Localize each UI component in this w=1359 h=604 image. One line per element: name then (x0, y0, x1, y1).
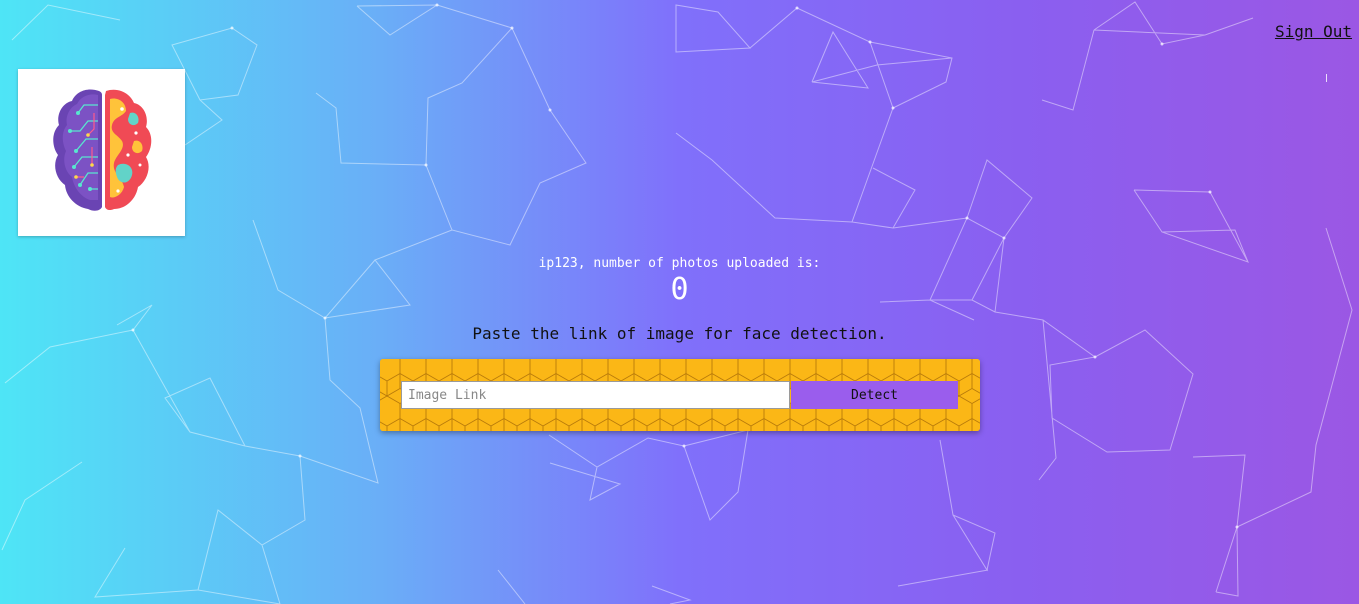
instruction-text: Paste the link of image for face detecti… (472, 324, 887, 343)
photo-count-message: ip123, number of photos uploaded is: (538, 256, 821, 271)
sign-out-link[interactable]: Sign Out (1275, 22, 1352, 41)
logo[interactable] (18, 69, 185, 236)
brain-icon (53, 89, 152, 211)
image-link-form: Detect (380, 359, 980, 431)
image-link-input[interactable] (401, 381, 790, 409)
photo-count-value: 0 (670, 272, 689, 307)
detect-button[interactable]: Detect (791, 381, 958, 409)
top-nav: Sign Out (1275, 22, 1352, 41)
